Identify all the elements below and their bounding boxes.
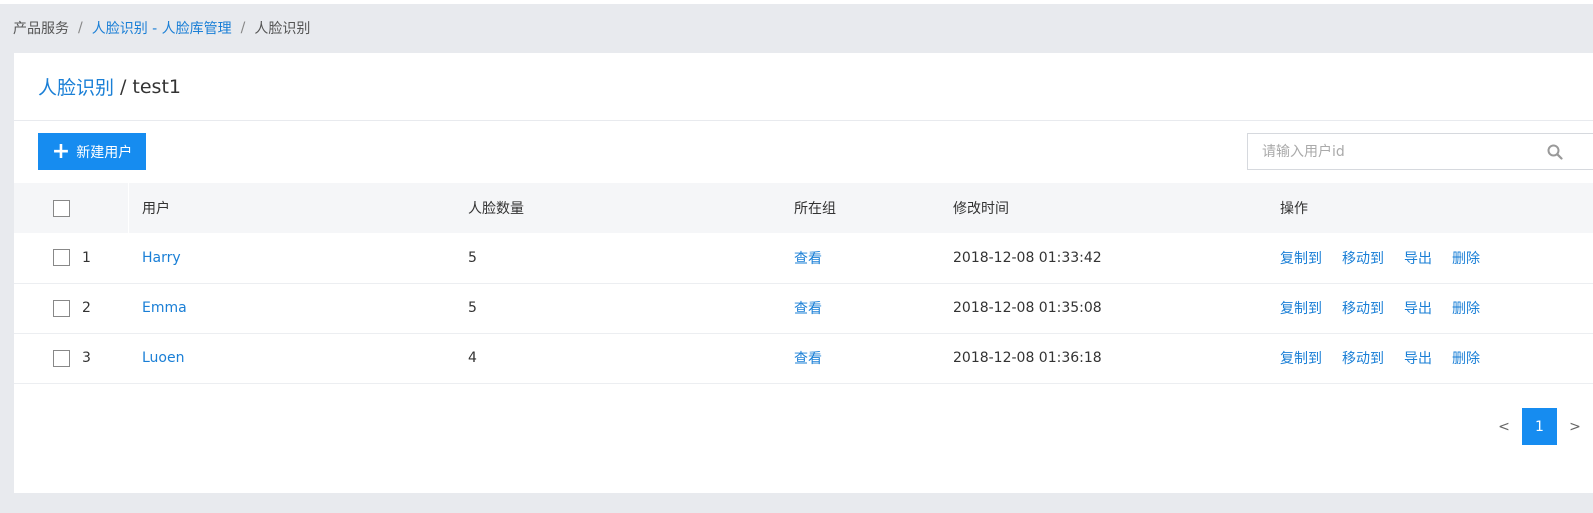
table-header-row: 用户 人脸数量 所在组 修改时间 操作 <box>14 183 1593 233</box>
column-header-actions: 操作 <box>1280 201 1308 217</box>
move-to-link[interactable]: 移动到 <box>1342 301 1384 317</box>
plus-icon: + <box>51 138 71 164</box>
breadcrumb: 产品服务 / 人脸识别 - 人脸库管理 / 人脸识别 <box>13 18 310 38</box>
move-to-link[interactable]: 移动到 <box>1342 351 1384 367</box>
prev-page-button[interactable]: < <box>1486 419 1522 435</box>
table-row: 1 Harry 5 查看 2018-12-08 01:33:42 复制到 移动到 导… <box>14 233 1593 283</box>
modified-time: 2018-12-08 01:33:42 <box>953 249 1102 266</box>
export-link[interactable]: 导出 <box>1404 351 1432 367</box>
modified-time: 2018-12-08 01:36:18 <box>953 350 1102 366</box>
row-index: 3 <box>82 350 91 366</box>
column-header-modified: 修改时间 <box>953 201 1009 217</box>
top-strip <box>0 0 1593 4</box>
pagination: < 1 > <box>1486 408 1593 445</box>
row-checkbox[interactable] <box>53 299 70 317</box>
row-index: 2 <box>82 300 91 316</box>
user-link[interactable]: Luoen <box>142 350 184 366</box>
breadcrumb-current: 人脸识别 <box>254 21 311 37</box>
export-link[interactable]: 导出 <box>1404 301 1432 317</box>
row-index: 1 <box>82 249 91 266</box>
title-current: test1 <box>132 75 181 98</box>
user-link[interactable]: Emma <box>142 300 187 316</box>
view-group-link[interactable]: 查看 <box>794 251 822 267</box>
search-icon[interactable] <box>1531 134 1579 169</box>
breadcrumb-parent-link[interactable]: 人脸识别 - 人脸库管理 <box>92 18 232 38</box>
copy-to-link[interactable]: 复制到 <box>1280 301 1322 317</box>
new-user-button[interactable]: + 新建用户 <box>38 133 146 170</box>
face-count: 5 <box>468 300 477 316</box>
new-user-label: 新建用户 <box>76 144 133 161</box>
delete-link[interactable]: 删除 <box>1452 251 1480 267</box>
title-parent-link[interactable]: 人脸识别 <box>38 73 114 100</box>
main-card: 人脸识别 / test1 + 新建用户 用户 人脸数量 所在组 <box>14 53 1593 493</box>
view-group-link[interactable]: 查看 <box>794 301 822 317</box>
table-row: 3 Luoen 4 查看 2018-12-08 01:36:18 复制到 移动到 导… <box>14 333 1593 383</box>
select-all-checkbox[interactable] <box>53 199 70 217</box>
breadcrumb-separator: / <box>78 20 83 36</box>
column-header-group: 所在组 <box>794 201 836 217</box>
table-row: 2 Emma 5 查看 2018-12-08 01:35:08 复制到 移动到 导出… <box>14 283 1593 333</box>
search-input[interactable] <box>1248 134 1531 169</box>
breadcrumb-separator: / <box>240 20 246 36</box>
delete-link[interactable]: 删除 <box>1452 301 1480 317</box>
title-separator: / <box>120 75 127 98</box>
delete-link[interactable]: 删除 <box>1452 351 1480 367</box>
user-table: 用户 人脸数量 所在组 修改时间 操作 1 Harry 5 查看 2018-12… <box>14 183 1593 384</box>
page-title: 人脸识别 / test1 <box>14 53 1593 121</box>
copy-to-link[interactable]: 复制到 <box>1280 251 1322 267</box>
user-link[interactable]: Harry <box>142 250 181 266</box>
breadcrumb-root: 产品服务 <box>13 21 69 37</box>
column-header-face-count: 人脸数量 <box>468 201 524 217</box>
row-checkbox[interactable] <box>53 349 70 367</box>
column-header-user: 用户 <box>142 201 170 217</box>
face-count: 5 <box>468 249 477 266</box>
search-box <box>1247 133 1593 170</box>
toolbar: + 新建用户 <box>14 121 1593 183</box>
move-to-link[interactable]: 移动到 <box>1342 251 1384 267</box>
page-1-button[interactable]: 1 <box>1522 408 1557 445</box>
view-group-link[interactable]: 查看 <box>794 351 822 367</box>
face-count: 4 <box>468 350 477 366</box>
export-link[interactable]: 导出 <box>1404 251 1432 267</box>
row-checkbox[interactable] <box>53 249 70 267</box>
next-page-button[interactable]: > <box>1557 419 1593 435</box>
copy-to-link[interactable]: 复制到 <box>1280 351 1322 367</box>
modified-time: 2018-12-08 01:35:08 <box>953 300 1102 316</box>
